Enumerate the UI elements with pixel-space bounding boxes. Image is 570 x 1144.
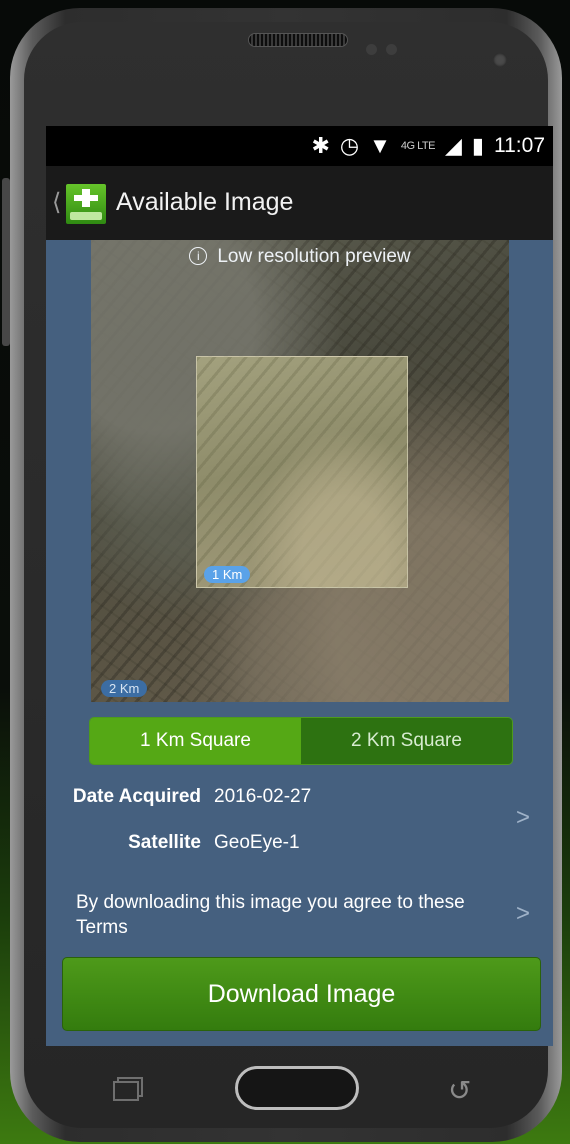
scale-label-2km: 2 Km <box>101 680 148 697</box>
earpiece-speaker <box>248 33 348 47</box>
preview-note: i Low resolution preview <box>91 246 509 268</box>
signal-icon: ◢ <box>444 133 462 158</box>
one-km-square-overlay <box>196 356 408 588</box>
wifi-icon: ▼ <box>369 133 391 158</box>
page-title: Available Image <box>116 188 294 216</box>
back-arrow-icon[interactable]: ↺ <box>448 1074 471 1107</box>
satellite-app-icon[interactable] <box>66 184 106 224</box>
alarm-icon: ◷ <box>339 133 360 158</box>
date-acquired-value: 2016-02-27 <box>214 786 312 807</box>
proximity-sensor <box>366 44 377 55</box>
tab-2km-square[interactable]: 2 Km Square <box>301 718 512 764</box>
app-screen: ✱ ◷ ▼ 4G LTE ◢ ▮ 11:07 ⟨ Available Image… <box>46 126 553 1046</box>
scale-label-1km: 1 Km <box>204 566 251 583</box>
home-button[interactable] <box>235 1066 359 1110</box>
recent-apps-icon[interactable] <box>113 1077 143 1101</box>
satellite-value: GeoEye-1 <box>214 832 300 853</box>
terms-link[interactable]: By downloading this image you agree to t… <box>76 890 496 940</box>
download-image-button[interactable]: Download Image <box>62 957 541 1031</box>
info-icon: i <box>189 247 208 265</box>
status-bar: ✱ ◷ ▼ 4G LTE ◢ ▮ 11:07 <box>46 126 553 166</box>
date-acquired-label: Date Acquired <box>72 786 201 807</box>
back-caret-icon[interactable]: ⟨ <box>52 188 61 217</box>
battery-icon: ▮ <box>471 133 484 158</box>
4g-lte-icon: 4G LTE <box>400 140 436 152</box>
satellite-preview-map[interactable]: i Low resolution preview 1 Km 2 Km <box>91 240 509 702</box>
satellite-label: Satellite <box>128 832 201 853</box>
bluetooth-icon: ✱ <box>311 133 330 158</box>
preview-note-text: Low resolution preview <box>217 246 411 267</box>
terms-chevron-icon[interactable]: > <box>516 900 530 928</box>
action-bar: ⟨ Available Image <box>46 166 553 240</box>
volume-button <box>2 178 10 346</box>
tab-1km-square[interactable]: 1 Km Square <box>90 718 301 764</box>
details-chevron-icon[interactable]: > <box>516 804 530 832</box>
area-size-toggle: 1 Km Square 2 Km Square <box>89 717 513 765</box>
light-sensor <box>386 44 397 55</box>
clock: 11:07 <box>494 134 545 157</box>
front-camera <box>493 53 507 67</box>
